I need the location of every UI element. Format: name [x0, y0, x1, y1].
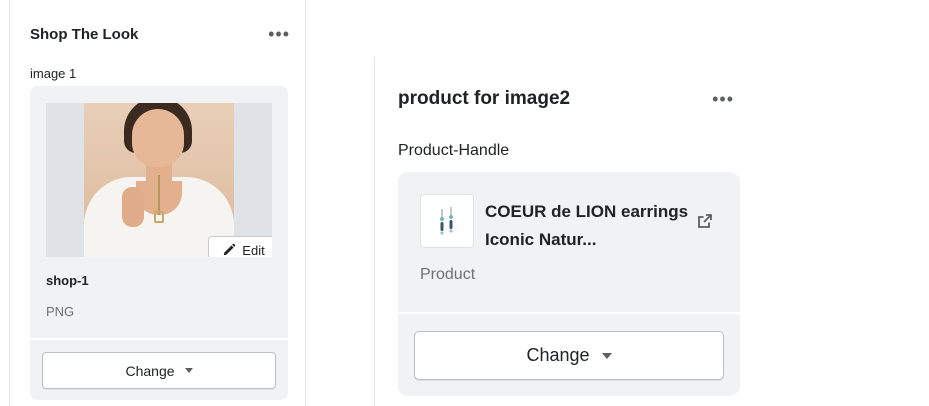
product-block-title: product for image2 [398, 88, 571, 109]
caret-down-icon [601, 352, 612, 359]
change-product-button[interactable]: Change [414, 331, 724, 380]
image-preview[interactable]: Edit [46, 103, 272, 257]
earrings-thumbnail-icon [440, 207, 453, 235]
card-divider [398, 312, 740, 314]
panel-title: Shop The Look [30, 25, 139, 43]
photo-necklace [158, 175, 160, 215]
product-kind: Product [420, 266, 476, 283]
vertical-divider [374, 57, 375, 406]
image-picker-card: Edit shop-1 PNG Change [30, 86, 288, 400]
change-label: Change [125, 362, 175, 379]
model-photo [84, 103, 234, 257]
caret-down-icon [184, 368, 193, 373]
shop-the-look-panel: Shop The Look ••• image 1 Edit shop-1 PN… [0, 0, 306, 406]
photo-pendant [154, 211, 164, 223]
product-picker-card: COEUR de LION earrings Iconic Natur... P… [398, 172, 740, 396]
image-file-name: shop-1 [46, 273, 89, 288]
photo-face [132, 109, 184, 167]
panel-edge [9, 0, 10, 406]
change-image-button[interactable]: Change [42, 352, 276, 389]
image-setting-label: image 1 [30, 66, 77, 81]
edit-label: Edit [242, 242, 265, 258]
photo-hand [122, 187, 144, 227]
product-thumbnail [420, 194, 474, 248]
more-horizontal-icon[interactable]: ••• [268, 25, 290, 43]
change-label: Change [526, 345, 590, 365]
more-horizontal-icon[interactable]: ••• [712, 90, 734, 108]
edit-image-button[interactable]: Edit [208, 236, 272, 257]
product-name: COEUR de LION earrings Iconic Natur... [485, 202, 689, 249]
product-block-header: product for image2 ••• [398, 84, 734, 114]
product-handle-label: Product-Handle [398, 142, 510, 159]
external-link-icon[interactable] [696, 212, 714, 230]
image-file-type: PNG [46, 304, 75, 319]
pencil-icon [224, 243, 236, 256]
card-divider [30, 338, 288, 340]
panel-header: Shop The Look ••• [30, 22, 290, 46]
